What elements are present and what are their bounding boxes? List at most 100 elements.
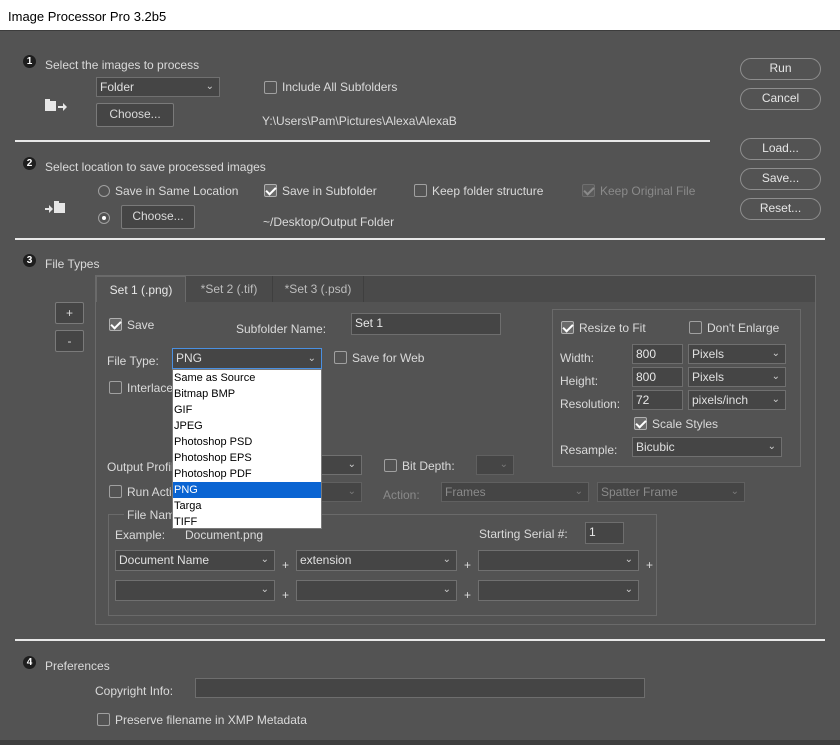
naming-select-4[interactable]: ⌄ xyxy=(115,580,275,601)
include-subfolders-label: Include All Subfolders xyxy=(282,80,398,94)
file-type-option[interactable]: Same as Source xyxy=(173,370,321,386)
example-label: Example: xyxy=(115,528,166,542)
folder-save-icon xyxy=(45,200,67,219)
keep-structure-label: Keep folder structure xyxy=(432,184,544,198)
file-type-option[interactable]: Photoshop EPS xyxy=(173,450,321,466)
dont-enlarge-label: Don't Enlarge xyxy=(707,321,780,335)
chevron-down-icon: ⌄ xyxy=(347,486,356,497)
bit-depth-label: Bit Depth: xyxy=(402,459,455,473)
width-input[interactable]: 800 xyxy=(632,344,683,364)
window-title: Image Processor Pro 3.2b5 xyxy=(0,0,840,31)
output-profile-label: Output Profile xyxy=(107,460,181,474)
source-select[interactable]: Folder ⌄ xyxy=(96,77,220,97)
divider xyxy=(15,639,825,641)
plus-sign: + xyxy=(282,588,290,602)
run-button[interactable]: Run xyxy=(740,58,821,80)
plus-sign: + xyxy=(646,558,654,572)
preserve-filename-label: Preserve filename in XMP Metadata xyxy=(115,713,307,727)
chevron-down-icon: ⌄ xyxy=(442,584,451,595)
resolution-unit-select[interactable]: pixels/inch ⌄ xyxy=(688,390,786,410)
save-same-location-radio[interactable] xyxy=(98,185,110,197)
tab-set-3[interactable]: *Set 3 (.psd) xyxy=(273,276,364,302)
tab-set-2[interactable]: *Set 2 (.tif) xyxy=(186,276,273,302)
file-type-option[interactable]: JPEG xyxy=(173,418,321,434)
resolution-label: Resolution: xyxy=(560,397,621,411)
save-settings-button[interactable]: Save... xyxy=(740,168,821,190)
resolution-input[interactable]: 72 xyxy=(632,390,683,410)
add-set-button[interactable]: + xyxy=(55,302,84,324)
preserve-filename-checkbox[interactable] xyxy=(97,713,110,726)
source-path: Y:\Users\Pam\Pictures\Alexa\AlexaB xyxy=(262,114,457,128)
resize-to-fit-checkbox[interactable] xyxy=(561,321,574,334)
naming-select-3[interactable]: ⌄ xyxy=(478,550,639,571)
include-subfolders-checkbox[interactable] xyxy=(264,81,277,94)
example-value: Document.png xyxy=(185,528,264,542)
file-type-option[interactable]: Targa xyxy=(173,498,321,514)
scale-styles-checkbox[interactable] xyxy=(634,417,647,430)
folder-open-icon xyxy=(45,98,67,117)
file-type-label: File Type: xyxy=(107,354,159,368)
source-choose-button[interactable]: Choose... xyxy=(96,103,174,127)
section-4-title: Preferences xyxy=(45,659,110,673)
section-4-number: 4 xyxy=(23,656,36,669)
plus-sign: + xyxy=(464,558,472,572)
naming-select-6[interactable]: ⌄ xyxy=(478,580,639,601)
scale-styles-label: Scale Styles xyxy=(652,417,719,431)
chevron-down-icon: ⌄ xyxy=(260,584,269,595)
chevron-down-icon: ⌄ xyxy=(574,486,583,497)
height-unit-select[interactable]: Pixels ⌄ xyxy=(688,367,786,387)
resample-label: Resample: xyxy=(560,443,618,457)
run-action-checkbox[interactable] xyxy=(109,485,122,498)
output-profile-select[interactable]: ⌄ xyxy=(320,455,362,475)
serial-input[interactable]: 1 xyxy=(585,522,624,544)
save-other-location-radio[interactable] xyxy=(98,212,110,224)
chevron-down-icon: ⌄ xyxy=(771,394,780,405)
file-type-option[interactable]: GIF xyxy=(173,402,321,418)
height-input[interactable]: 800 xyxy=(632,367,683,387)
bit-depth-checkbox[interactable] xyxy=(384,459,397,472)
tab-set-1[interactable]: Set 1 (.png) xyxy=(96,276,186,302)
resize-to-fit-label: Resize to Fit xyxy=(579,321,646,335)
interlace-checkbox[interactable] xyxy=(109,381,122,394)
dest-path: ~/Desktop/Output Folder xyxy=(263,215,395,229)
save-in-subfolder-checkbox[interactable] xyxy=(264,184,277,197)
file-type-option[interactable]: Photoshop PDF xyxy=(173,466,321,482)
bit-depth-select: ⌄ xyxy=(476,455,514,475)
copyright-label: Copyright Info: xyxy=(95,684,174,698)
plus-sign: + xyxy=(282,558,290,572)
keep-original-label: Keep Original File xyxy=(600,184,696,198)
copyright-input[interactable] xyxy=(195,678,645,698)
keep-structure-checkbox[interactable] xyxy=(414,184,427,197)
naming-select-2[interactable]: extension ⌄ xyxy=(296,550,457,571)
naming-select-5[interactable]: ⌄ xyxy=(296,580,457,601)
chevron-down-icon: ⌄ xyxy=(624,584,633,595)
save-label: Save xyxy=(127,318,155,332)
file-type-dropdown-list: Same as Source Bitmap BMP GIF JPEG Photo… xyxy=(172,369,322,529)
run-action-select: ⌄ xyxy=(320,482,362,502)
remove-set-button[interactable]: - xyxy=(55,330,84,352)
dest-choose-button[interactable]: Choose... xyxy=(121,205,195,229)
subfolder-name-input[interactable]: Set 1 xyxy=(351,313,501,335)
reset-button[interactable]: Reset... xyxy=(740,198,821,220)
save-for-web-checkbox[interactable] xyxy=(334,351,347,364)
dont-enlarge-checkbox[interactable] xyxy=(689,321,702,334)
file-type-select[interactable]: PNG ⌄ xyxy=(172,348,322,369)
file-type-option[interactable]: Photoshop PSD xyxy=(173,434,321,450)
naming-select-1[interactable]: Document Name ⌄ xyxy=(115,550,275,571)
width-unit-select[interactable]: Pixels ⌄ xyxy=(688,344,786,364)
file-type-option[interactable]: TIFF xyxy=(173,514,321,530)
section-3-title: File Types xyxy=(45,257,100,271)
cancel-button[interactable]: Cancel xyxy=(740,88,821,110)
chevron-down-icon: ⌄ xyxy=(499,459,508,470)
resample-select[interactable]: Bicubic ⌄ xyxy=(632,437,782,457)
load-button[interactable]: Load... xyxy=(740,138,821,160)
bottom-edge xyxy=(0,740,840,745)
divider xyxy=(15,238,825,240)
chevron-down-icon: ⌄ xyxy=(347,459,356,470)
save-checkbox[interactable] xyxy=(109,318,122,331)
file-type-option[interactable]: Bitmap BMP xyxy=(173,386,321,402)
plus-sign: + xyxy=(464,588,472,602)
chevron-down-icon: ⌄ xyxy=(624,554,633,565)
file-type-option-selected[interactable]: PNG xyxy=(173,482,321,498)
chevron-down-icon: ⌄ xyxy=(307,353,316,364)
